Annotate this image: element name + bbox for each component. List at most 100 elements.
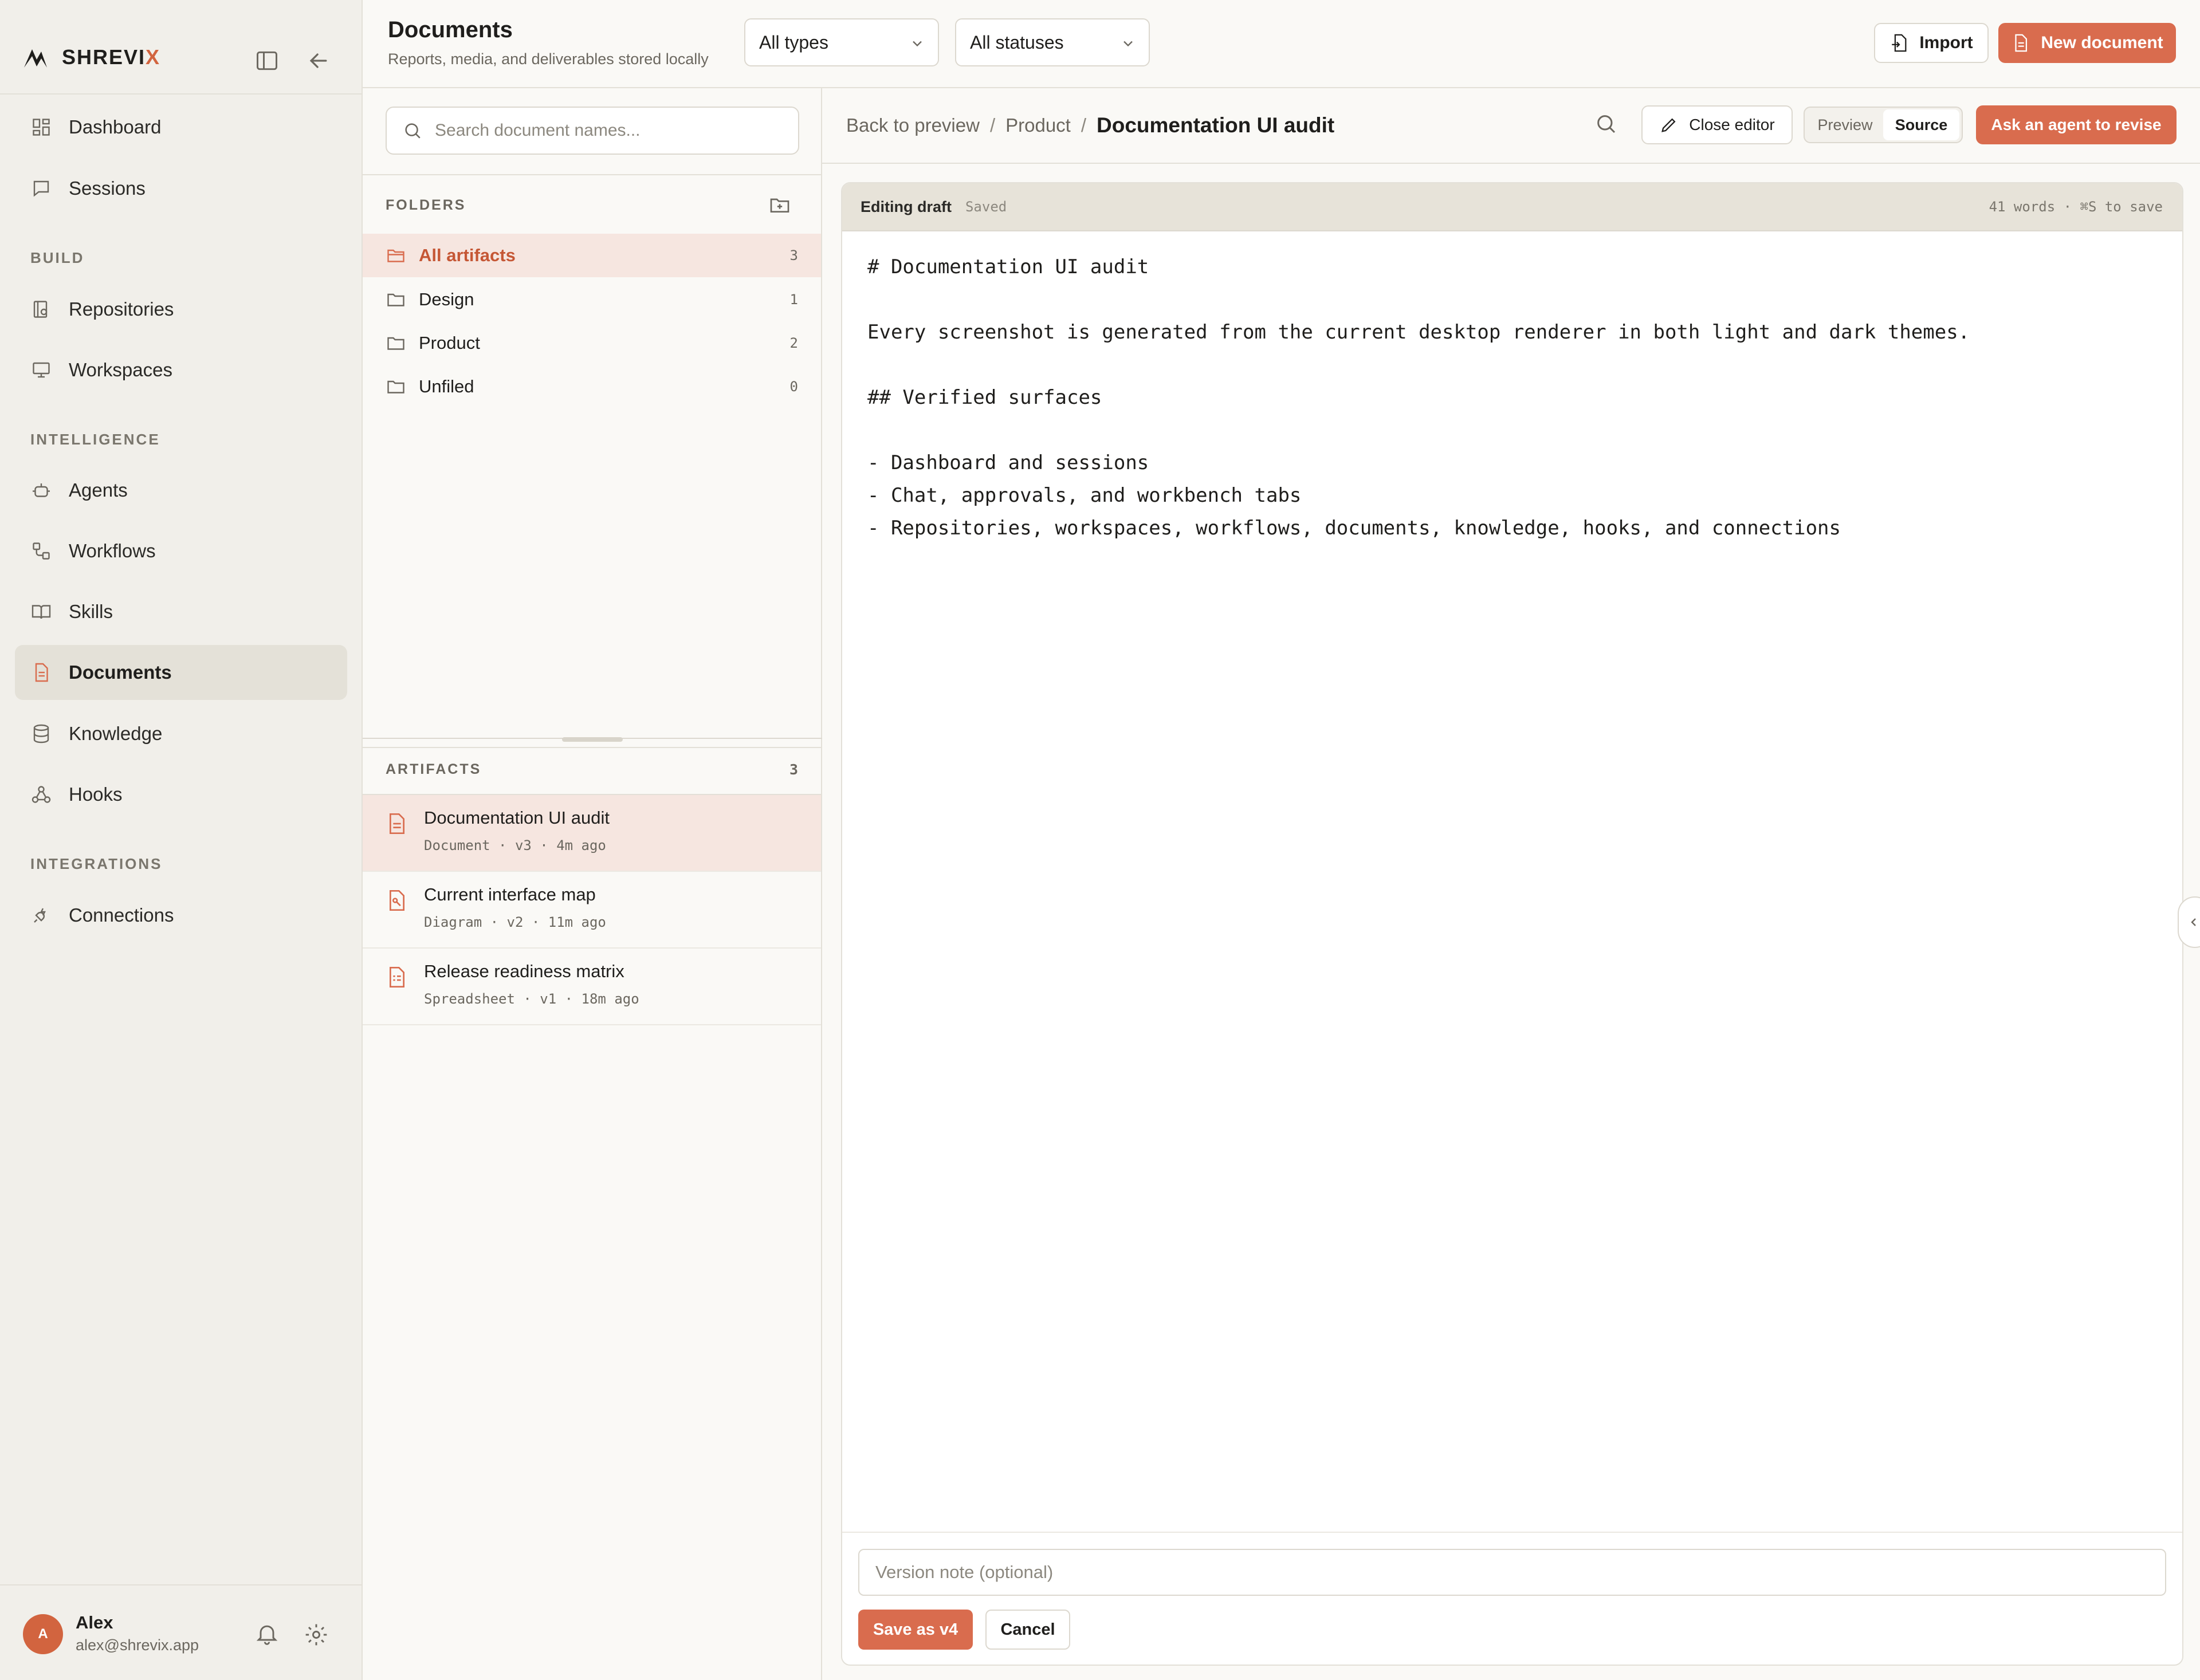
artifact-meta: Spreadsheet · v1 · 18m ago [424,991,639,1007]
source-line: - Chat, approvals, and workbench tabs [867,484,1302,507]
nav-item-workspaces[interactable]: Workspaces [15,343,347,398]
artifact-row-current-interface-map[interactable]: Current interface map Diagram · v2 · 11m… [363,872,821,949]
import-button[interactable]: Import [1874,23,1989,63]
side-panel-toggle[interactable] [2178,896,2200,948]
version-note-input[interactable] [858,1549,2166,1596]
import-label: Import [1919,33,1973,52]
user-divider [0,1584,363,1585]
search-box[interactable] [386,107,799,155]
folder-icon [387,337,404,350]
folder-name: All artifacts [419,245,516,265]
nav-item-sessions[interactable]: Sessions [15,161,347,216]
search-icon[interactable] [1594,112,1617,135]
artifact-meta: Document · v3 · 4m ago [424,837,606,853]
folder-count: 0 [789,379,798,395]
save-version-button[interactable]: Save as v4 [858,1610,973,1650]
cancel-button[interactable]: Cancel [985,1610,1070,1650]
sidebar-toggle-icon[interactable] [254,48,280,73]
gear-icon[interactable] [304,1622,329,1647]
webhook-icon [32,786,51,803]
nav-item-workflows[interactable]: Workflows [15,524,347,579]
folder-count: 1 [789,292,798,308]
nav-item-agents[interactable]: Agents [15,463,347,518]
breadcrumb-folder-link[interactable]: Product [1005,115,1071,136]
repository-icon [33,301,48,318]
document-icon [2015,34,2028,52]
arrow-left-icon[interactable] [306,48,331,73]
close-editor-button[interactable]: Close editor [1641,105,1793,144]
ask-agent-button[interactable]: Ask an agent to revise [1976,105,2177,144]
nav-label: Knowledge [69,723,163,744]
book-icon [32,605,51,619]
avatar[interactable]: A [23,1614,63,1654]
artifact-row-documentation-ui-audit[interactable]: Documentation UI audit Document · v3 · 4… [363,795,821,872]
source-tab[interactable]: Source [1883,109,1959,140]
split-handle[interactable] [562,737,623,742]
nav-item-repositories[interactable]: Repositories [15,282,347,337]
folder-row-product[interactable]: Product 2 [363,321,821,365]
nav-label: Skills [69,601,113,622]
nav-item-documents[interactable]: Documents [15,645,347,700]
search-input[interactable] [435,121,790,140]
preview-tab[interactable]: Preview [1807,109,1883,140]
folder-row-all-artifacts[interactable]: All artifacts 3 [363,234,821,277]
chevron-down-icon [913,41,922,47]
page-subtitle: Reports, media, and deliverables stored … [388,50,709,68]
source-editor[interactable]: # Documentation UI audit Every screenshot… [867,251,2157,545]
user-email: alex@shrevix.app [76,1636,199,1654]
saved-status: Saved [965,199,1007,215]
artifact-row-release-readiness-matrix[interactable]: Release readiness matrix Spreadsheet · v… [363,949,821,1025]
nav-label: Sessions [69,178,146,199]
nav-label: Connections [69,904,174,926]
chat-icon [33,180,49,197]
bell-icon[interactable] [254,1621,280,1646]
folder-row-unfiled[interactable]: Unfiled 0 [363,365,821,408]
breadcrumb-back-link[interactable]: Back to preview [846,115,980,136]
folder-count: 3 [789,247,798,263]
monitor-icon [33,362,50,378]
folder-open-icon [387,249,404,262]
folder-name: Product [419,333,480,353]
nav-section-intelligence: INTELLIGENCE [30,431,160,448]
diagram-file-icon [390,890,404,911]
editor-header: Editing draft Saved 41 words · ⌘S to sav… [842,183,2182,231]
folders-heading: FOLDERS [386,197,466,213]
status-filter-select[interactable]: All statuses [955,18,1150,66]
source-line: # Documentation UI audit [867,255,1149,278]
editor-toolbar-divider [822,163,2200,164]
artifacts-top-divider [363,747,822,748]
nav-label: Hooks [69,784,123,805]
artifact-name: Documentation UI audit [424,808,610,828]
nav-label: Agents [69,479,128,501]
nav-item-knowledge[interactable]: Knowledge [15,706,347,761]
nav-item-dashboard[interactable]: Dashboard [15,100,347,155]
document-icon [35,663,48,682]
new-document-button[interactable]: New document [1998,23,2176,63]
document-editor-panel: Back to preview / Product / Documentatio… [822,88,2200,1680]
artifacts-count: 3 [789,761,798,778]
pencil-icon [1661,118,1676,132]
type-filter-select[interactable]: All types [744,18,939,66]
source-line: ## Verified surfaces [867,386,1102,409]
brand-name: SHREVIX [62,45,161,69]
plug-icon [34,908,46,923]
page-title: Documents [388,17,513,42]
folder-row-design[interactable]: Design 1 [363,278,821,321]
breadcrumb-separator: / [989,115,996,136]
breadcrumb-current: Documentation UI audit [1097,113,1335,137]
artifacts-heading: ARTIFACTS [386,761,482,777]
source-line [867,349,2157,381]
sidebar: SHREVIX Dashboard Sessions BUILD Reposit… [0,0,363,1680]
close-editor-label: Close editor [1689,116,1775,133]
nav-item-skills[interactable]: Skills [15,584,347,639]
logo-icon [24,49,47,68]
database-icon [33,724,49,743]
source-line: - Repositories, workspaces, workflows, d… [867,517,1841,540]
add-folder-icon[interactable] [768,194,791,217]
chevron-down-icon [1123,41,1133,47]
brand[interactable]: SHREVIX [22,40,160,74]
nav-item-connections[interactable]: Connections [15,888,347,943]
workflow-icon [33,542,50,560]
nav-item-hooks[interactable]: Hooks [15,767,347,822]
source-line [867,414,2157,447]
